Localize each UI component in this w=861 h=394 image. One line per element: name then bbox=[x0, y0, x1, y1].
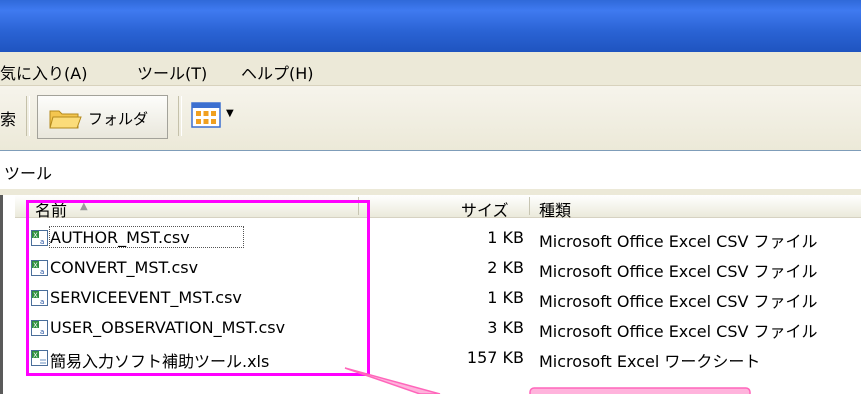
search-button-label[interactable]: 索 bbox=[0, 106, 16, 130]
address-input[interactable]: ツール bbox=[4, 160, 52, 184]
column-header-size[interactable]: サイズ bbox=[461, 197, 509, 221]
views-dropdown-arrow-icon[interactable]: ▼ bbox=[226, 108, 234, 119]
folders-button-label: フォルダ bbox=[88, 110, 149, 128]
menu-help[interactable]: ヘルプ(H) bbox=[241, 60, 314, 84]
highlight-box bbox=[26, 200, 370, 376]
file-size: 157 KB bbox=[466, 348, 524, 367]
file-size: 1 KB bbox=[487, 288, 524, 307]
folder-icon bbox=[49, 110, 82, 129]
menu-bar: 気に入り(A) ツール(T) ヘルプ(H) bbox=[0, 52, 861, 86]
menu-favorites[interactable]: 気に入り(A) bbox=[0, 60, 87, 84]
file-type: Microsoft Office Excel CSV ファイル bbox=[539, 262, 818, 281]
toolbar-separator bbox=[26, 96, 30, 136]
file-size: 1 KB bbox=[487, 228, 524, 247]
file-size: 3 KB bbox=[487, 318, 524, 337]
column-divider[interactable] bbox=[529, 197, 530, 215]
toolbar: 索 フォルダ ▼ bbox=[0, 86, 861, 151]
file-type: Microsoft Excel ワークシート bbox=[539, 352, 761, 371]
explorer-window: 気に入り(A) ツール(T) ヘルプ(H) 索 フォルダ ▼ ツール 名前 ▲ … bbox=[0, 0, 861, 394]
views-grid-icon[interactable] bbox=[191, 102, 221, 128]
menu-tools[interactable]: ツール(T) bbox=[137, 60, 207, 84]
column-header-type[interactable]: 種類 bbox=[539, 197, 571, 221]
title-bar[interactable] bbox=[0, 0, 861, 52]
toolbar-separator bbox=[178, 96, 182, 136]
file-type: Microsoft Office Excel CSV ファイル bbox=[539, 322, 818, 341]
folders-button[interactable]: フォルダ bbox=[37, 95, 168, 139]
address-bar[interactable]: ツール bbox=[0, 150, 861, 190]
file-type: Microsoft Office Excel CSV ファイル bbox=[539, 232, 818, 251]
file-size: 2 KB bbox=[487, 258, 524, 277]
file-type: Microsoft Office Excel CSV ファイル bbox=[539, 292, 818, 311]
